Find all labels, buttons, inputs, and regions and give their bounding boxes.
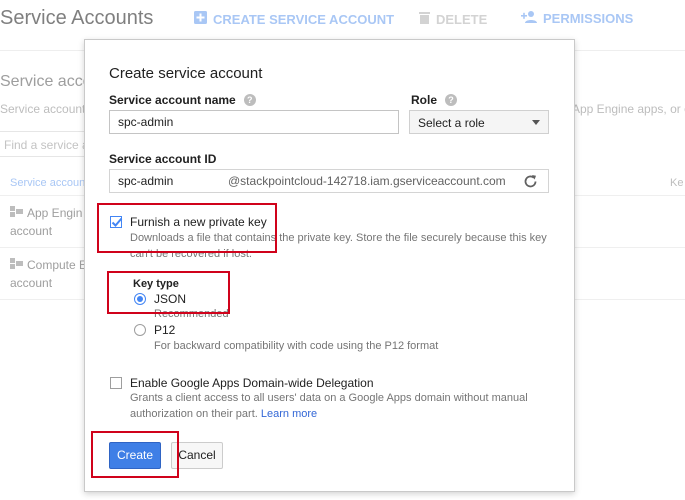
dialog-title: Create service account [109,65,263,82]
delete-button[interactable]: DELETE [419,11,487,27]
key-type-p12-option[interactable]: P12 [134,323,175,337]
p12-hint: For backward compatibility with code usi… [154,340,439,352]
help-icon[interactable]: ? [243,94,256,106]
service-account-name-label: Service account name ? [109,93,256,107]
create-service-account-button[interactable]: CREATE SERVICE ACCOUNT [194,11,394,27]
help-icon[interactable]: ? [445,94,458,106]
section-description-right: App Engine apps, or o [572,102,685,116]
permissions-label: PERMISSIONS [543,11,634,26]
service-account-id-value: spc-admin [118,174,174,188]
create-button-highlight-box [91,431,179,478]
delegation-option[interactable]: Enable Google Apps Domain-wide Delegatio… [110,376,374,390]
role-label: Role ? [411,93,458,107]
role-select[interactable]: Select a role [409,110,549,134]
add-box-icon [194,11,207,27]
person-add-icon [521,11,537,26]
column-header-service-account[interactable]: Service accoun [10,177,85,189]
key-type-highlight-box [107,271,230,314]
delegation-hint-text: Grants a client access to all users' dat… [130,392,528,420]
private-key-highlight-box [97,203,277,253]
delegation-checkbox[interactable] [110,377,122,389]
key-icon [10,204,23,222]
create-service-account-dialog: Create service account Service account n… [84,39,575,492]
key-icon [10,256,23,274]
trash-icon [419,11,430,27]
page-title: Service Accounts [0,7,154,29]
service-account-id-label-text: Service account ID [109,152,217,166]
refresh-icon[interactable] [523,174,538,189]
role-select-value: Select a role [418,116,485,130]
column-header-key: Ke [670,177,684,189]
service-account-id-input[interactable]: spc-admin @stackpointcloud-142718.iam.gs… [109,169,549,193]
p12-radio[interactable] [134,324,146,336]
page-header: Service Accounts CREATE SERVICE ACCOUNT … [0,0,685,40]
delegation-label: Enable Google Apps Domain-wide Delegatio… [130,376,374,390]
role-label-text: Role [411,93,438,107]
service-account-name-label-text: Service account name [109,93,236,107]
row-name: Compute E [27,258,88,272]
learn-more-link[interactable]: Learn more [261,408,317,420]
table-row[interactable]: App Engin account [10,204,86,240]
service-account-id-label: Service account ID [109,152,216,166]
section-description: Service account r [0,102,93,116]
service-account-name-input[interactable]: spc-admin [109,110,399,134]
p12-label: P12 [154,323,176,337]
chevron-down-icon [532,120,540,125]
delegation-hint: Grants a client access to all users' dat… [130,390,555,422]
permissions-button[interactable]: PERMISSIONS [521,11,633,26]
service-account-id-suffix: @stackpointcloud-142718.iam.gserviceacco… [228,174,506,188]
create-service-account-label: CREATE SERVICE ACCOUNT [213,11,395,27]
row-name: App Engin [27,206,83,220]
row-name-cont: account [10,276,53,290]
find-service-account-input[interactable]: Find a service a [0,131,88,157]
delete-label: DELETE [436,11,488,27]
row-name-cont: account [10,224,53,238]
table-row[interactable]: Compute E account [10,256,88,292]
